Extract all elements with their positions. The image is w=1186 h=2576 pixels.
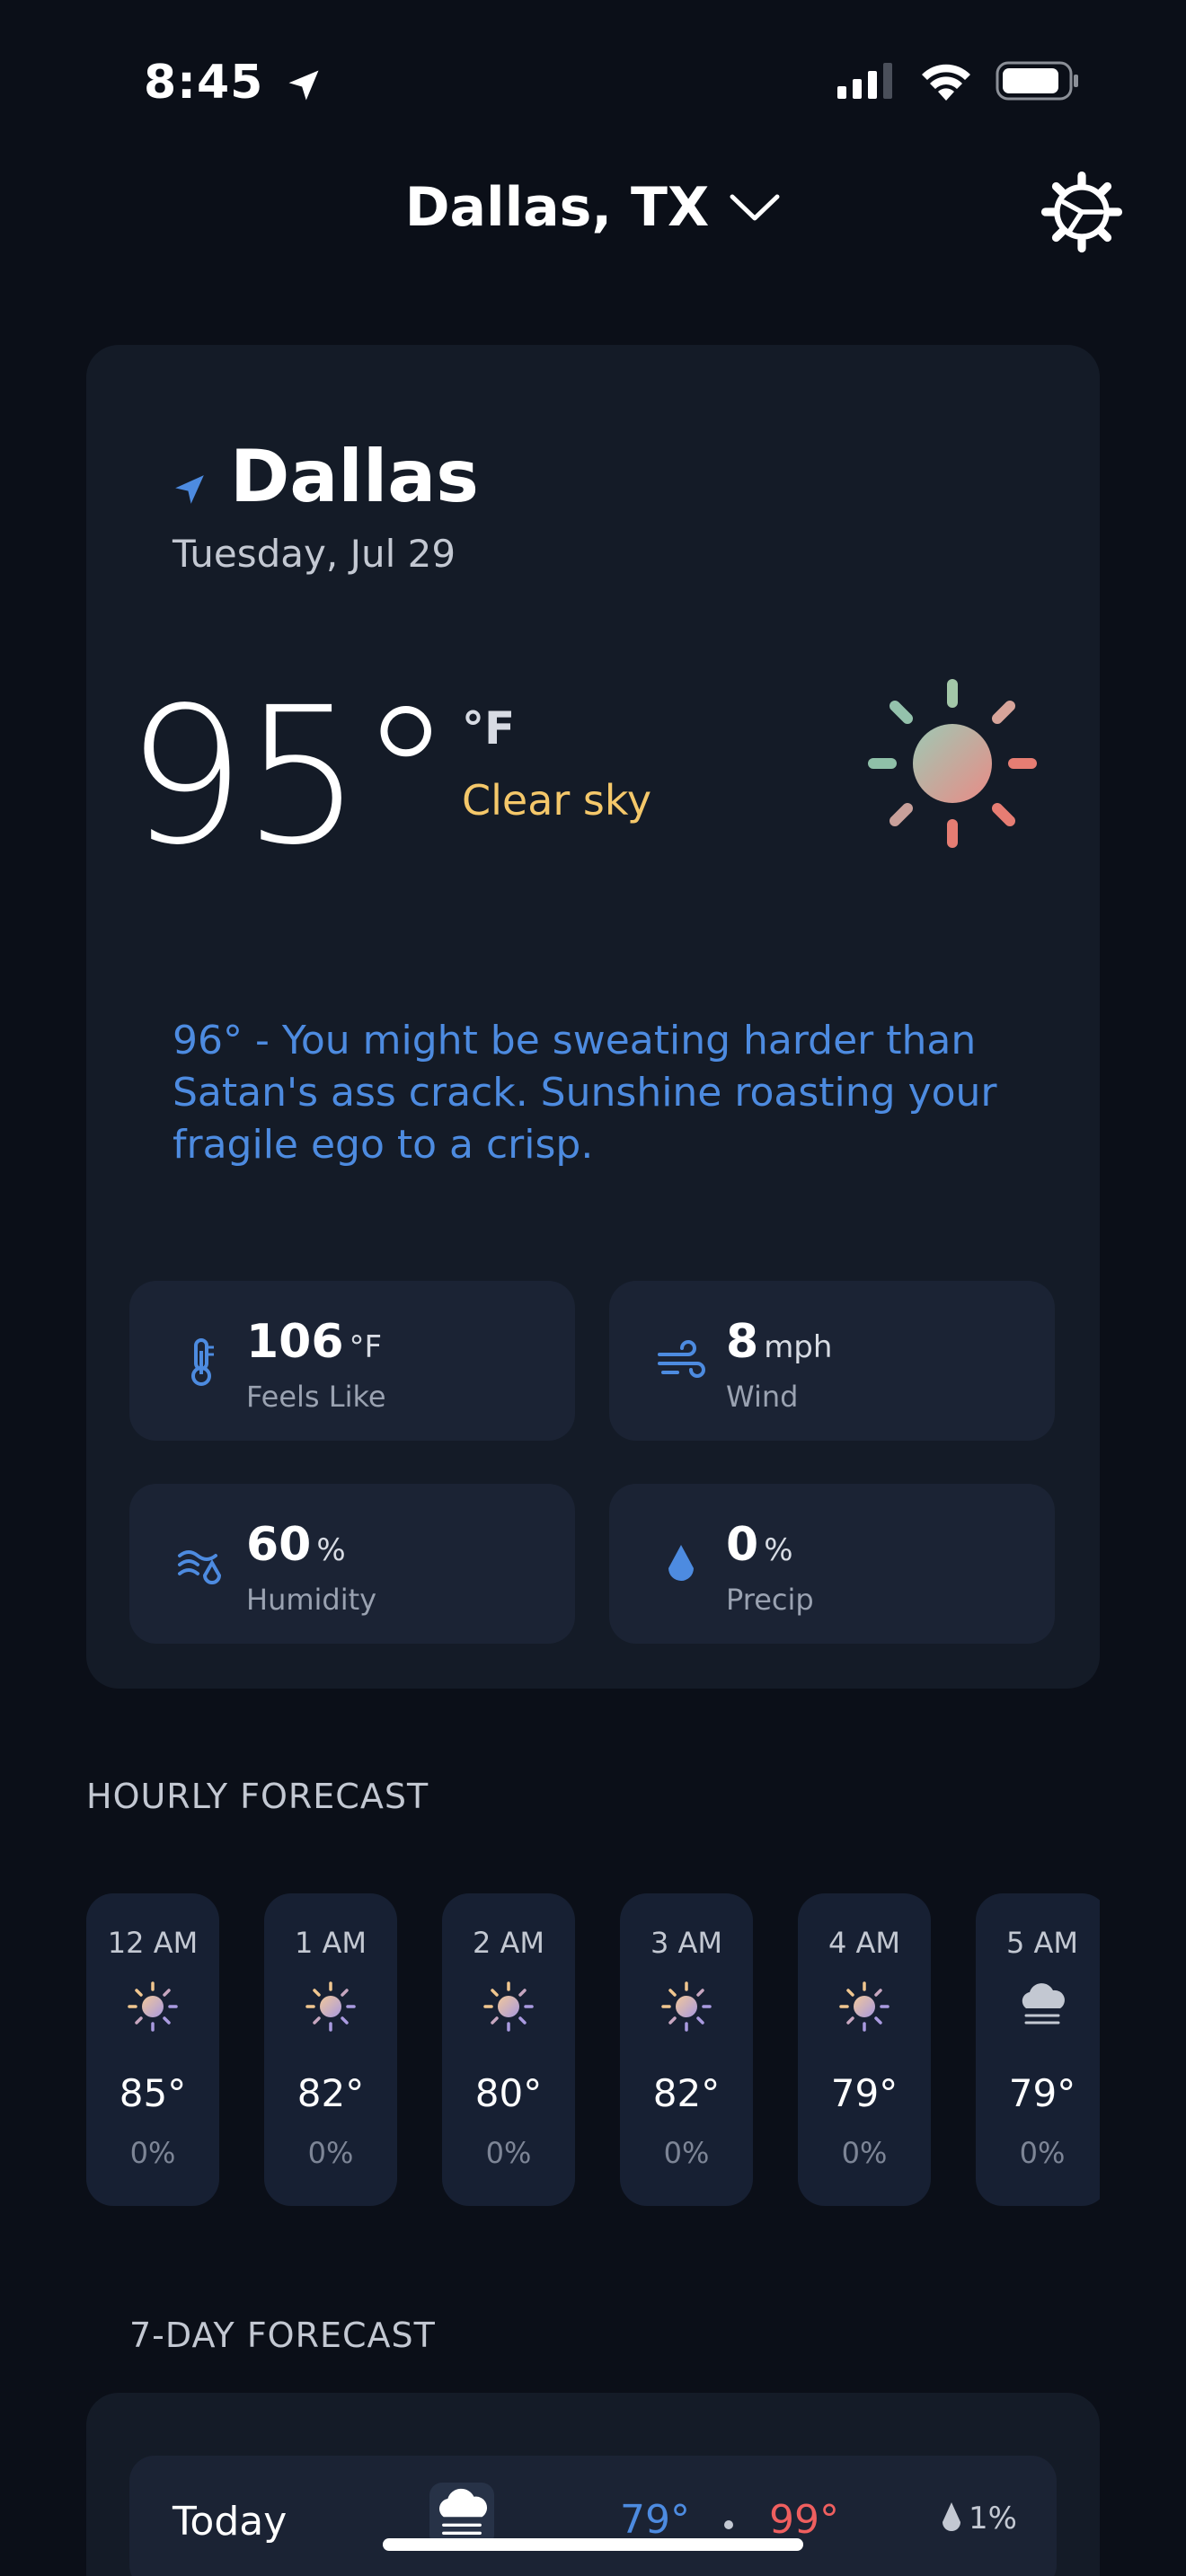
hourly-time: 3 AM xyxy=(650,1926,723,1960)
cellular-signal-icon xyxy=(837,63,892,99)
stat-precip: 0% Precip xyxy=(609,1484,1055,1644)
settings-gear-icon[interactable] xyxy=(1040,171,1123,253)
raindrop-icon xyxy=(943,2502,960,2531)
day-high-temp: 99° xyxy=(769,2497,839,2543)
stat-unit: °F xyxy=(349,1329,383,1365)
hourly-precip: 0% xyxy=(841,2136,888,2170)
hourly-forecast-title: HOURLY FORECAST xyxy=(86,1777,429,1816)
weather-quip: 96° - You might be sweating harder than … xyxy=(173,1018,997,1168)
hourly-precip: 0% xyxy=(663,2136,710,2170)
hourly-item[interactable]: 4 AM 79° 0% xyxy=(798,1893,931,2206)
stat-unit: % xyxy=(316,1532,346,1568)
hourly-item[interactable]: 12 AM 85° 0% xyxy=(86,1893,219,2206)
location-arrow-icon xyxy=(175,475,204,504)
stat-value: 106 xyxy=(246,1315,344,1369)
day-low-temp: 79° xyxy=(620,2497,690,2543)
home-indicator[interactable] xyxy=(383,2538,803,2551)
hourly-temp: 80° xyxy=(474,2071,543,2115)
hourly-temp: 79° xyxy=(830,2071,898,2115)
stat-label: Feels Like xyxy=(246,1380,386,1414)
stat-label: Wind xyxy=(726,1380,799,1414)
stat-unit: % xyxy=(764,1532,793,1568)
stat-unit: mph xyxy=(764,1329,833,1365)
hourly-time: 1 AM xyxy=(294,1926,367,1960)
status-time-text: 8:45 xyxy=(144,56,264,110)
hourly-item-clip: 5 AM 79° 0% xyxy=(976,1893,1100,2206)
status-time: 8:45 xyxy=(144,56,323,110)
city-name: Dallas xyxy=(230,435,479,518)
wind-icon xyxy=(658,1340,705,1378)
day-name: Today xyxy=(173,2499,288,2545)
stat-label: Humidity xyxy=(246,1583,377,1617)
stat-value: 8 xyxy=(726,1315,759,1369)
status-icons xyxy=(837,61,1080,101)
hourly-temp: 79° xyxy=(1008,2071,1076,2115)
hourly-precip: 0% xyxy=(129,2136,176,2170)
hourly-time: 12 AM xyxy=(107,1926,199,1960)
temp-separator-dot xyxy=(724,2520,733,2529)
chevron-down-icon xyxy=(730,194,780,221)
sun-icon xyxy=(124,1978,181,2035)
hourly-item[interactable]: 1 AM 82° 0% xyxy=(264,1893,397,2206)
stat-value: 0 xyxy=(726,1518,759,1572)
hourly-temp: 85° xyxy=(119,2071,187,2115)
hourly-item[interactable]: 2 AM 80° 0% xyxy=(442,1893,575,2206)
weekly-forecast-title: 7-DAY FORECAST xyxy=(129,2316,436,2355)
stat-humidity: 60% Humidity xyxy=(129,1484,575,1644)
sun-icon xyxy=(836,1978,893,2035)
hourly-precip: 0% xyxy=(307,2136,354,2170)
current-temperature: 95° xyxy=(126,666,453,887)
wifi-icon xyxy=(922,64,970,101)
location-services-icon xyxy=(288,70,319,101)
location-selector[interactable]: Dallas, TX xyxy=(0,176,1186,239)
stat-label: Precip xyxy=(726,1583,814,1617)
hourly-item[interactable]: 3 AM 82° 0% xyxy=(620,1893,753,2206)
hourly-temp: 82° xyxy=(296,2071,365,2115)
raindrop-icon xyxy=(668,1545,694,1581)
hourly-time: 5 AM xyxy=(1005,1926,1079,1960)
sun-icon xyxy=(302,1978,359,2035)
hourly-temp: 82° xyxy=(652,2071,721,2115)
location-selector-label: Dallas, TX xyxy=(404,176,710,239)
sun-icon xyxy=(480,1978,537,2035)
stat-wind: 8 mph Wind xyxy=(609,1281,1055,1441)
temperature-unit: °F xyxy=(462,702,516,754)
day-precip: 1% xyxy=(969,2501,1017,2536)
stat-feels-like: 106 °F Feels Like xyxy=(129,1281,575,1441)
thermometer-icon xyxy=(191,1338,214,1386)
fog-icon xyxy=(1022,1983,1065,2025)
hourly-precip: 0% xyxy=(485,2136,532,2170)
hourly-item[interactable]: 5 AM 79° 0% xyxy=(976,1893,1100,2206)
hourly-time: 2 AM xyxy=(472,1926,545,1960)
hourly-precip: 0% xyxy=(1019,2136,1066,2170)
weather-condition: Clear sky xyxy=(462,776,652,825)
battery-icon xyxy=(996,61,1078,101)
current-date: Tuesday, Jul 29 xyxy=(173,532,456,576)
humidity-icon xyxy=(178,1550,222,1584)
sun-icon xyxy=(868,679,1037,848)
sun-icon xyxy=(658,1978,715,2035)
hourly-time: 4 AM xyxy=(828,1926,901,1960)
stat-value: 60 xyxy=(246,1518,312,1572)
